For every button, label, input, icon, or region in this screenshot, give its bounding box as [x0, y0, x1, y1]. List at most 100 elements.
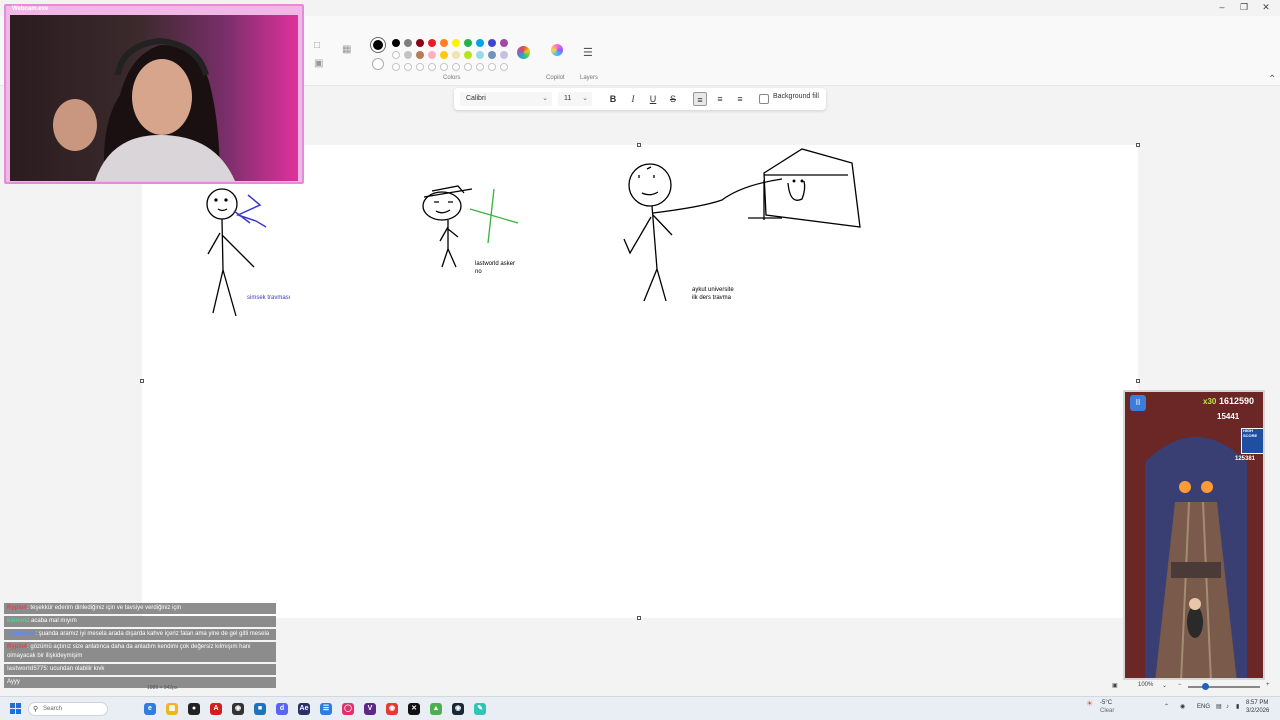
copilot-icon[interactable]: [551, 44, 563, 56]
color-swatch[interactable]: [392, 51, 400, 59]
capcut-icon[interactable]: ✕: [408, 703, 420, 715]
color-swatch[interactable]: [452, 39, 460, 47]
zoom-out-icon[interactable]: −: [1178, 682, 1182, 688]
obs-icon[interactable]: ●: [188, 703, 200, 715]
underline-button[interactable]: U: [646, 92, 660, 106]
resize-handle[interactable]: [637, 616, 641, 620]
chrome-icon[interactable]: ◉: [232, 703, 244, 715]
resize-handle[interactable]: [637, 143, 641, 147]
background-fill-checkbox[interactable]: [759, 94, 769, 104]
custom-color-swatch[interactable]: [464, 63, 472, 71]
game-score: 1612590: [1219, 396, 1255, 406]
app-icon[interactable]: V: [364, 703, 376, 715]
color-swatch[interactable]: [416, 39, 424, 47]
ribbon-collapse-icon[interactable]: ⌃: [1268, 74, 1276, 85]
color1-selector[interactable]: [371, 38, 385, 52]
app-icon[interactable]: ▲: [430, 703, 442, 715]
crop-tool-icon[interactable]: ▣: [314, 58, 323, 69]
color-swatch[interactable]: [428, 51, 436, 59]
language-indicator[interactable]: ENG: [1197, 704, 1210, 711]
volume-icon[interactable]: ♪: [1226, 704, 1229, 711]
close-button[interactable]: ✕: [1258, 0, 1274, 14]
custom-color-swatch[interactable]: [476, 63, 484, 71]
italic-button[interactable]: I: [626, 92, 640, 106]
app-icon[interactable]: ◉: [386, 703, 398, 715]
font-family-select[interactable]: Calibri ⌄: [460, 92, 552, 106]
color-swatch[interactable]: [476, 51, 484, 59]
tray-overflow-icon[interactable]: ⌃: [1164, 704, 1169, 711]
custom-color-swatch[interactable]: [416, 63, 424, 71]
color-swatch[interactable]: [440, 39, 448, 47]
image-tool-icon[interactable]: ▦: [342, 44, 351, 55]
drawing-canvas[interactable]: simsek travması lastworld asker no aykut…: [140, 143, 1140, 620]
chat-username: Ryplo4: [7, 644, 28, 650]
zoom-in-icon[interactable]: +: [1266, 682, 1270, 688]
house-drawing: [748, 148, 861, 228]
discord-icon[interactable]: d: [276, 703, 288, 715]
custom-color-swatch[interactable]: [452, 63, 460, 71]
align-right-button[interactable]: ≡: [733, 92, 747, 106]
color-swatch[interactable]: [404, 51, 412, 59]
color-swatch[interactable]: [404, 39, 412, 47]
color-swatch[interactable]: [440, 51, 448, 59]
battery-icon[interactable]: ▮: [1236, 704, 1239, 711]
color-swatch[interactable]: [488, 39, 496, 47]
color-swatch[interactable]: [464, 39, 472, 47]
color-swatch[interactable]: [416, 51, 424, 59]
resize-handle[interactable]: [1136, 143, 1140, 147]
app-icon[interactable]: ◯: [342, 703, 354, 715]
strikethrough-button[interactable]: S: [666, 92, 680, 106]
align-center-button[interactable]: ≡: [713, 92, 727, 106]
color-swatch[interactable]: [428, 39, 436, 47]
align-left-button[interactable]: ≡: [693, 92, 707, 106]
chevron-down-icon[interactable]: ⌄: [1162, 682, 1167, 689]
custom-color-swatch[interactable]: [392, 63, 400, 71]
color-swatch[interactable]: [500, 39, 508, 47]
stick-figure-2: [422, 185, 473, 268]
custom-color-swatch[interactable]: [404, 63, 412, 71]
clock-time[interactable]: 8:57 PM: [1246, 700, 1268, 707]
custom-color-swatch[interactable]: [428, 63, 436, 71]
custom-color-swatch[interactable]: [488, 63, 496, 71]
start-button[interactable]: [10, 703, 22, 715]
layers-icon[interactable]: ☰: [583, 46, 593, 59]
zoom-slider-knob[interactable]: [1202, 683, 1209, 690]
webcam-overlay: Webcam.exe: [4, 4, 304, 184]
notepad-icon[interactable]: ☰: [320, 703, 332, 715]
app-icon[interactable]: ■: [254, 703, 266, 715]
color-swatch[interactable]: [452, 51, 460, 59]
after-effects-icon[interactable]: Ae: [298, 703, 310, 715]
edge-icon[interactable]: e: [144, 703, 156, 715]
network-icon[interactable]: ◉: [1180, 704, 1185, 711]
select-tool-icon[interactable]: □: [314, 40, 320, 51]
weather-icon[interactable]: ☀: [1086, 700, 1093, 708]
steam-icon[interactable]: ◉: [452, 703, 464, 715]
taskbar-search[interactable]: ⚲ Search: [28, 702, 108, 716]
maximize-button[interactable]: ❐: [1236, 0, 1252, 14]
clock-date[interactable]: 3/2/2026: [1246, 708, 1269, 715]
color2-selector[interactable]: [372, 58, 384, 70]
paint-icon[interactable]: ✎: [474, 703, 486, 715]
game-pause-button[interactable]: II: [1130, 395, 1146, 411]
zoom-slider[interactable]: [1188, 686, 1260, 688]
wifi-icon[interactable]: ▤: [1216, 704, 1222, 711]
chat-username: kilimini: [7, 618, 28, 624]
minimize-button[interactable]: –: [1214, 0, 1230, 14]
color-swatch[interactable]: [464, 51, 472, 59]
chat-message: agitodove: şuanda aramız iyi mesela arad…: [4, 629, 276, 640]
color-swatch[interactable]: [488, 51, 496, 59]
file-explorer-icon[interactable]: ▦: [166, 703, 178, 715]
acrobat-icon[interactable]: A: [210, 703, 222, 715]
resize-handle[interactable]: [140, 379, 144, 383]
resize-handle[interactable]: [1136, 379, 1140, 383]
custom-color-swatch[interactable]: [440, 63, 448, 71]
zoom-level[interactable]: 100%: [1138, 682, 1153, 688]
edit-colors-icon[interactable]: [517, 46, 530, 59]
color-swatch[interactable]: [392, 39, 400, 47]
color-swatch[interactable]: [500, 51, 508, 59]
font-size-select[interactable]: 11 ⌄: [558, 92, 592, 106]
color-swatch[interactable]: [476, 39, 484, 47]
custom-color-swatch[interactable]: [500, 63, 508, 71]
bold-button[interactable]: B: [606, 92, 620, 106]
fit-screen-icon[interactable]: ▣: [1112, 682, 1118, 689]
